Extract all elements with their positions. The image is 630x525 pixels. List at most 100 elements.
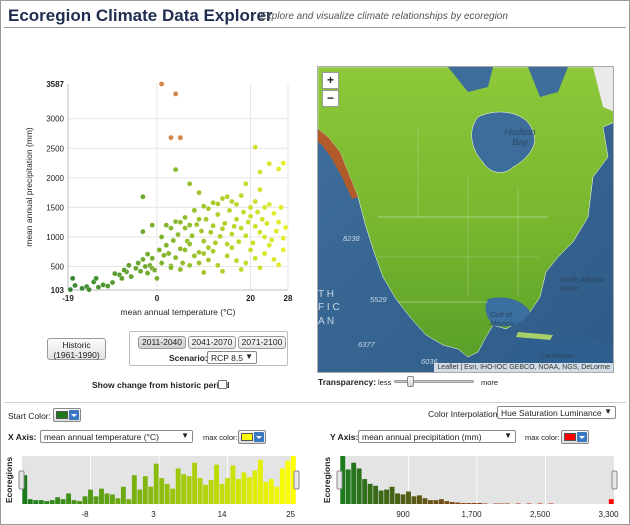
scatter-point[interactable]: [133, 265, 139, 272]
scatter-point[interactable]: [186, 241, 193, 247]
period-button-2011-2040[interactable]: 2011-2040: [138, 336, 186, 349]
scatter-point[interactable]: [172, 218, 179, 225]
histogram-bar[interactable]: [208, 480, 214, 504]
scatter-point[interactable]: [200, 203, 207, 210]
scatter-point[interactable]: [200, 250, 207, 257]
histogram-bar[interactable]: [400, 494, 406, 504]
scatter-point[interactable]: [177, 245, 184, 252]
histogram-bar[interactable]: [466, 503, 472, 504]
scatter-point[interactable]: [259, 216, 266, 223]
histogram-bar[interactable]: [285, 460, 291, 504]
histogram-bar[interactable]: [192, 462, 198, 504]
histogram-bar[interactable]: [252, 470, 258, 504]
scatter-point[interactable]: [200, 269, 207, 276]
y-axis-histogram[interactable]: 900 1,700 2,500 3,300 Ecoregions: [322, 448, 622, 522]
scatter-point[interactable]: [172, 166, 179, 173]
histogram-bar[interactable]: [608, 499, 614, 504]
histogram-bar[interactable]: [170, 488, 176, 504]
histogram-bar[interactable]: [362, 479, 368, 504]
scatter-point[interactable]: [121, 267, 127, 273]
histogram-bar[interactable]: [148, 486, 154, 504]
scatter-point[interactable]: [268, 237, 275, 243]
x-axis-histogram[interactable]: -8 3 14 25 Ecoregions: [4, 448, 304, 522]
scatter-point[interactable]: [271, 210, 277, 217]
histogram-bar[interactable]: [153, 463, 159, 504]
histogram-bar[interactable]: [93, 496, 99, 504]
scatter-point[interactable]: [243, 232, 249, 239]
zoom-in-button[interactable]: +: [322, 72, 339, 89]
scatter-point[interactable]: [112, 270, 118, 277]
scatter-point[interactable]: [196, 216, 202, 223]
scatter-point[interactable]: [72, 282, 78, 289]
scatter-point[interactable]: [168, 225, 174, 231]
scatter-point[interactable]: [229, 231, 235, 237]
histogram-bar[interactable]: [203, 484, 209, 504]
scatter-point[interactable]: [210, 222, 216, 229]
scatter-point[interactable]: [196, 189, 202, 196]
scatter-point[interactable]: [163, 222, 170, 228]
scatter-point[interactable]: [224, 241, 230, 247]
histogram-bar[interactable]: [120, 486, 126, 504]
scatter-point[interactable]: [261, 250, 268, 257]
scatter-point[interactable]: [149, 255, 156, 262]
scatter-point[interactable]: [203, 216, 209, 223]
scatter-point[interactable]: [158, 234, 165, 240]
scatter-point[interactable]: [177, 219, 184, 225]
scatter-point[interactable]: [168, 264, 174, 271]
histogram-bar[interactable]: [44, 501, 50, 504]
scatter-point[interactable]: [261, 234, 268, 240]
scatter-point[interactable]: [233, 216, 240, 223]
histogram-bar[interactable]: [471, 503, 477, 504]
scatter-point[interactable]: [219, 268, 226, 275]
histogram-bar[interactable]: [175, 468, 181, 504]
histogram-bar[interactable]: [219, 483, 225, 504]
scatter-point[interactable]: [93, 275, 99, 282]
histogram-bar[interactable]: [411, 496, 417, 504]
scatter-point[interactable]: [275, 166, 282, 172]
scatter-point[interactable]: [149, 222, 156, 228]
scatter-point[interactable]: [257, 229, 263, 236]
scatter-point[interactable]: [247, 213, 254, 220]
scatter-point[interactable]: [207, 229, 214, 236]
scatter-point[interactable]: [266, 160, 273, 167]
scatter-point[interactable]: [266, 201, 273, 208]
scatter-point[interactable]: [172, 254, 179, 261]
histogram-bar[interactable]: [126, 499, 132, 504]
scatter-point[interactable]: [212, 240, 219, 246]
histogram-bar[interactable]: [236, 479, 241, 504]
scatter-point[interactable]: [226, 207, 233, 214]
scatter-point[interactable]: [247, 204, 254, 211]
scatter-point[interactable]: [282, 224, 289, 231]
histogram-bar[interactable]: [181, 474, 187, 504]
scatter-point[interactable]: [240, 209, 247, 215]
histogram-bar[interactable]: [417, 495, 422, 504]
scatter-point[interactable]: [252, 144, 259, 150]
scatter-point[interactable]: [144, 251, 151, 257]
scatter-point[interactable]: [158, 260, 165, 266]
interpolation-select[interactable]: Hue Saturation Luminance ▼: [497, 406, 616, 419]
histogram-bar[interactable]: [142, 476, 148, 504]
histogram-bar[interactable]: [279, 468, 285, 504]
histogram-bar[interactable]: [66, 493, 72, 504]
histogram-bar[interactable]: [455, 502, 461, 504]
transparency-slider[interactable]: [394, 380, 474, 383]
scatter-point[interactable]: [219, 195, 226, 202]
histogram-bar[interactable]: [427, 500, 433, 504]
scatter-point[interactable]: [186, 180, 193, 187]
histogram-bar[interactable]: [274, 486, 280, 504]
histogram-bar[interactable]: [449, 502, 455, 504]
histogram-bar[interactable]: [49, 500, 55, 504]
histogram-bar[interactable]: [230, 465, 236, 504]
scatter-point[interactable]: [179, 260, 186, 266]
scatter-point[interactable]: [205, 244, 212, 251]
histogram-range-handle-right[interactable]: [611, 470, 618, 490]
scatter-point[interactable]: [278, 204, 284, 211]
x-max-color-picker[interactable]: [238, 430, 266, 444]
histogram-bar[interactable]: [197, 478, 203, 504]
scatter-point[interactable]: [229, 198, 235, 205]
scatter-point[interactable]: [135, 260, 142, 266]
scatter-point[interactable]: [280, 247, 287, 253]
scatter-point[interactable]: [252, 198, 259, 205]
scatter-point[interactable]: [217, 233, 223, 240]
start-color-picker[interactable]: [53, 408, 81, 422]
